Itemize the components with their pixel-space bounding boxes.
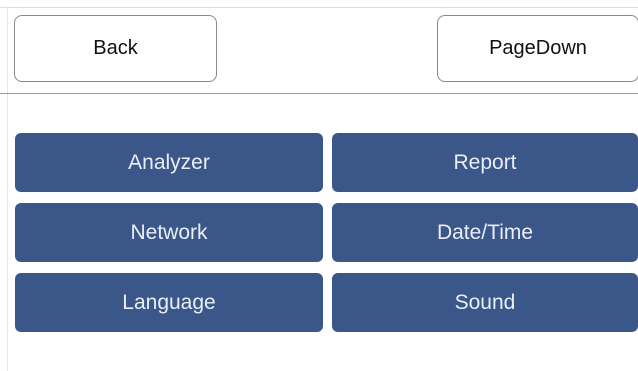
sound-button[interactable]: Sound xyxy=(332,273,638,332)
network-button[interactable]: Network xyxy=(15,203,323,262)
top-border xyxy=(0,7,638,8)
sound-button-label: Sound xyxy=(454,290,516,314)
date-time-button-label: Date/Time xyxy=(436,220,534,244)
analyzer-button[interactable]: Analyzer xyxy=(15,133,323,192)
header-divider xyxy=(0,93,638,94)
report-button[interactable]: Report xyxy=(332,133,638,192)
report-button-label: Report xyxy=(453,150,517,174)
analyzer-button-label: Analyzer xyxy=(128,150,210,174)
back-button[interactable]: Back xyxy=(14,15,217,82)
network-button-label: Network xyxy=(130,220,208,244)
date-time-button[interactable]: Date/Time xyxy=(332,203,638,262)
pagedown-button[interactable]: PageDown xyxy=(437,15,638,82)
language-button[interactable]: Language xyxy=(15,273,323,332)
settings-screen: Back PageDown Analyzer Report Network Da… xyxy=(0,0,638,371)
language-button-label: Language xyxy=(122,290,216,314)
back-button-label: Back xyxy=(93,37,138,59)
pagedown-button-label: PageDown xyxy=(489,37,587,59)
left-border xyxy=(7,7,8,371)
